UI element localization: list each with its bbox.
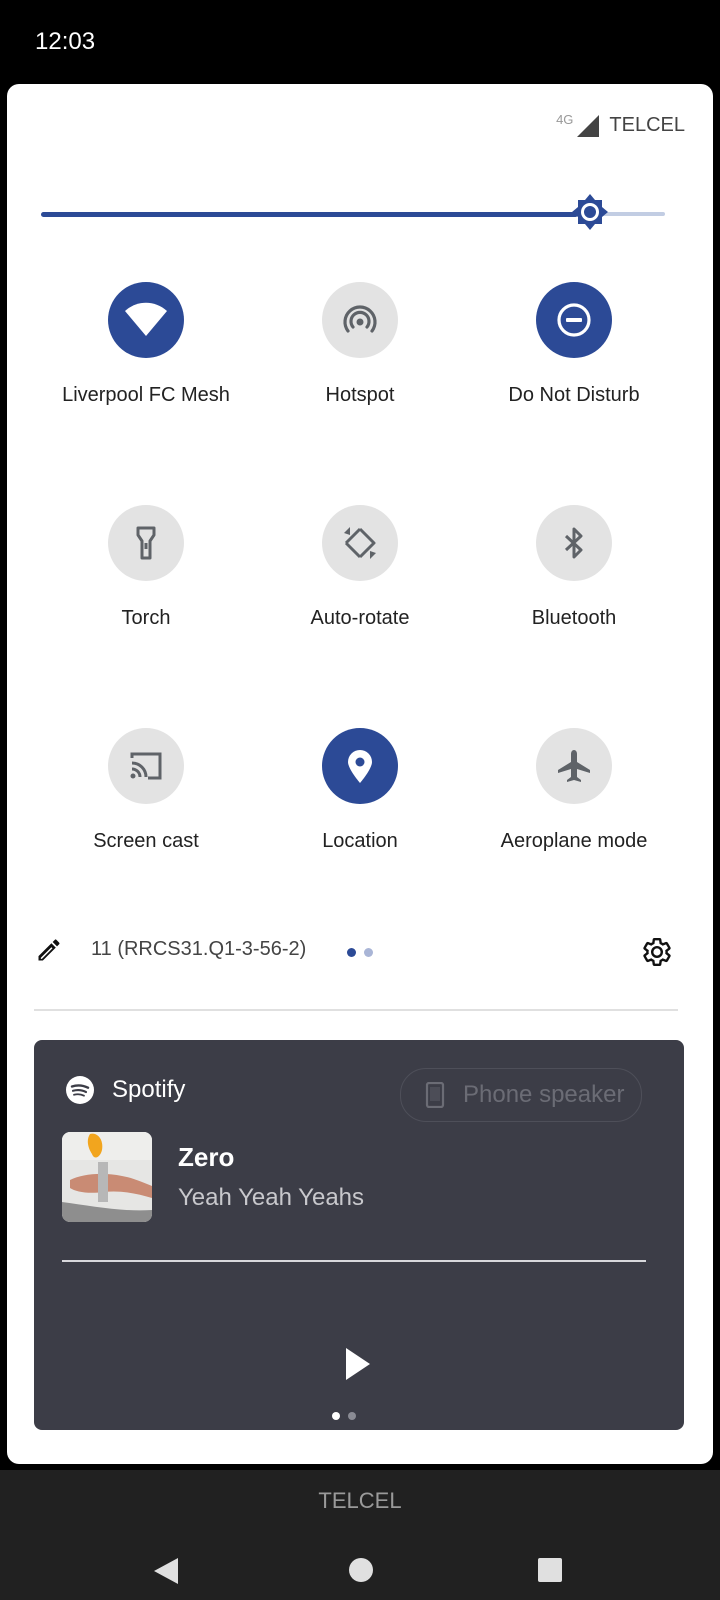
back-icon[interactable] xyxy=(152,1556,180,1586)
page-dot-active xyxy=(347,948,356,957)
brightness-track-filled xyxy=(41,212,578,217)
tile-label: Screen cast xyxy=(93,830,199,852)
carrier-name: TELCEL xyxy=(609,114,685,136)
brightness-thumb-icon[interactable] xyxy=(572,194,608,230)
tile-airplane[interactable]: Aeroplane mode xyxy=(465,728,683,888)
spotify-icon xyxy=(66,1076,94,1104)
airplane-icon[interactable] xyxy=(536,728,612,804)
tile-label: Location xyxy=(322,830,398,852)
tile-bluetooth[interactable]: Bluetooth xyxy=(465,505,683,665)
navigation-bar: TELCEL xyxy=(0,1470,720,1600)
tile-auto-rotate[interactable]: Auto-rotate xyxy=(251,505,469,665)
page-indicator xyxy=(347,948,373,957)
quick-settings-footer: 11 (RRCS31.Q1-3-56-2) xyxy=(7,924,713,984)
tile-wifi[interactable]: Liverpool FC Mesh xyxy=(37,282,255,442)
tile-label: Do Not Disturb xyxy=(508,384,640,406)
album-art xyxy=(62,1132,152,1222)
tile-hotspot[interactable]: Hotspot xyxy=(251,282,469,442)
media-player-card[interactable]: Spotify Phone speaker Zero Yeah Yeah Yea… xyxy=(34,1040,684,1430)
home-icon[interactable] xyxy=(348,1557,374,1583)
output-device-button[interactable]: Phone speaker xyxy=(400,1068,642,1122)
tile-do-not-disturb[interactable]: Do Not Disturb xyxy=(465,282,683,442)
network-status: 4G TELCEL xyxy=(556,112,685,137)
torch-icon[interactable] xyxy=(108,505,184,581)
signal-icon xyxy=(577,114,600,137)
tile-label: Torch xyxy=(121,607,171,629)
nav-carrier-label: TELCEL xyxy=(318,1488,402,1513)
media-page-indicator xyxy=(332,1412,356,1420)
tile-label: Aeroplane mode xyxy=(500,830,648,852)
tile-location[interactable]: Location xyxy=(251,728,469,888)
track-artist: Yeah Yeah Yeahs xyxy=(178,1184,365,1211)
output-device-label: Phone speaker xyxy=(463,1081,625,1108)
page-dot xyxy=(364,948,373,957)
track-title: Zero xyxy=(178,1142,235,1172)
wifi-icon[interactable] xyxy=(108,282,184,358)
media-page-dot-active xyxy=(332,1412,340,1420)
play-icon[interactable] xyxy=(336,1342,376,1386)
quick-settings-panel: 4G TELCEL Liverpool FC Mesh Hotspot Do Not… xyxy=(7,84,713,1464)
screen-cast-icon[interactable] xyxy=(108,728,184,804)
phone-icon xyxy=(425,1082,445,1108)
location-icon[interactable] xyxy=(322,728,398,804)
media-app-header: Spotify xyxy=(66,1076,185,1104)
tile-label: Auto-rotate xyxy=(310,607,410,629)
network-type: 4G xyxy=(556,112,574,127)
tile-label: Bluetooth xyxy=(531,607,617,629)
bluetooth-icon[interactable] xyxy=(536,505,612,581)
build-number: 11 (RRCS31.Q1-3-56-2) xyxy=(91,938,307,960)
settings-gear-icon[interactable] xyxy=(641,936,673,968)
tile-label: Hotspot xyxy=(325,384,395,406)
divider xyxy=(34,1009,678,1011)
recents-icon[interactable] xyxy=(537,1557,563,1583)
status-bar: 12:03 xyxy=(0,0,720,84)
tile-torch[interactable]: Torch xyxy=(37,505,255,665)
tile-screen-cast[interactable]: Screen cast xyxy=(37,728,255,888)
brightness-track-empty xyxy=(602,212,665,216)
media-page-dot xyxy=(348,1412,356,1420)
auto-rotate-icon[interactable] xyxy=(322,505,398,581)
hotspot-icon[interactable] xyxy=(322,282,398,358)
clock: 12:03 xyxy=(35,28,96,55)
edit-icon[interactable] xyxy=(35,936,63,964)
tile-label: Liverpool FC Mesh xyxy=(62,384,230,406)
media-app-name: Spotify xyxy=(112,1076,186,1103)
do-not-disturb-icon[interactable] xyxy=(536,282,612,358)
brightness-slider[interactable] xyxy=(41,194,681,230)
seek-bar[interactable] xyxy=(62,1260,646,1262)
